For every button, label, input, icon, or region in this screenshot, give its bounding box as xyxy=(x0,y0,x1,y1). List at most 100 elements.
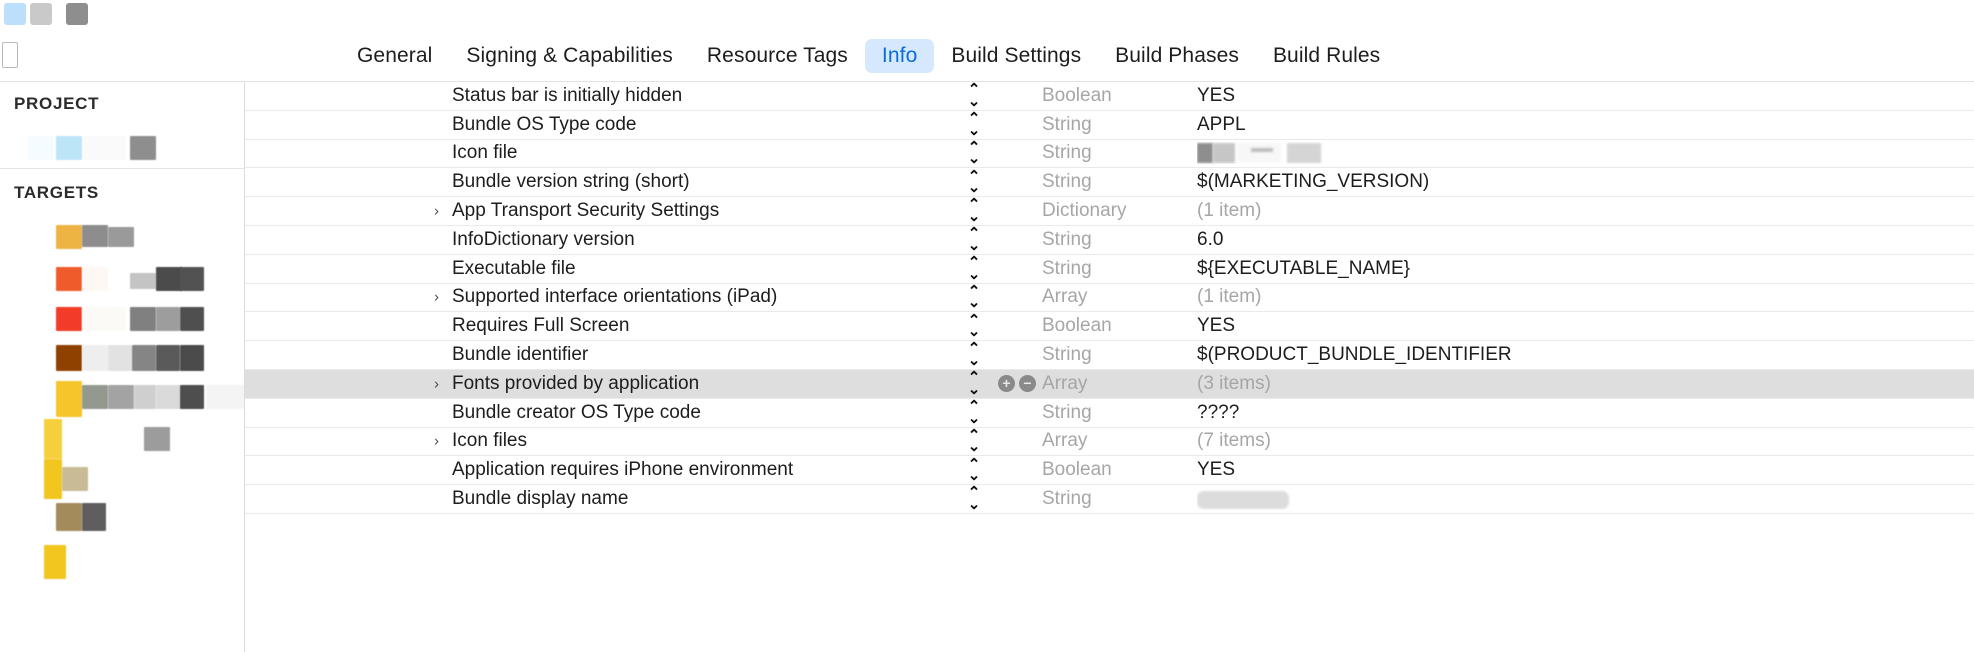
chevron-right-icon[interactable]: › xyxy=(434,434,439,449)
property-type[interactable]: String xyxy=(1042,171,1197,193)
remove-item-button[interactable]: − xyxy=(1019,375,1036,393)
property-type[interactable]: Array xyxy=(1042,286,1197,308)
stepper-down-icon[interactable]: ⌄ xyxy=(968,468,981,483)
key-stepper[interactable]: ⌃ ⌄ xyxy=(950,428,998,455)
table-row[interactable]: Icon file ⌃ ⌄ String xyxy=(245,140,1974,169)
key-stepper[interactable]: ⌃ ⌄ xyxy=(950,140,998,167)
stepper-down-icon[interactable]: ⌄ xyxy=(968,382,981,397)
tab-build-settings[interactable]: Build Settings xyxy=(934,39,1098,73)
property-key[interactable]: Icon file xyxy=(452,142,950,164)
navigator-toggle-icon[interactable] xyxy=(2,42,18,68)
key-stepper[interactable]: ⌃ ⌄ xyxy=(950,255,998,282)
stepper-down-icon[interactable]: ⌄ xyxy=(968,267,981,282)
property-type[interactable]: String xyxy=(1042,488,1197,510)
sidebar-item-target[interactable] xyxy=(0,299,244,339)
key-stepper[interactable]: ⌃ ⌄ xyxy=(950,370,998,397)
sidebar-item-target[interactable] xyxy=(0,539,244,579)
property-type[interactable]: Dictionary xyxy=(1042,200,1197,222)
table-row[interactable]: Bundle OS Type code ⌃ ⌄ String APPL xyxy=(245,111,1974,140)
sidebar-item-target[interactable] xyxy=(0,419,244,459)
table-row[interactable]: Executable file ⌃ ⌄ String ${EXECUTABLE_NAME… xyxy=(245,255,1974,284)
property-key[interactable]: Bundle identifier xyxy=(452,344,950,366)
property-key[interactable]: Application requires iPhone environment xyxy=(452,459,950,481)
table-row[interactable]: › Supported interface orientations (iPad)… xyxy=(245,284,1974,313)
table-row[interactable]: Bundle display name ⌃ ⌄ String xyxy=(245,485,1974,514)
toolbar-swatch-1[interactable] xyxy=(4,3,26,25)
property-key[interactable]: Requires Full Screen xyxy=(452,315,950,337)
tab-info[interactable]: Info xyxy=(864,39,935,73)
property-key[interactable]: Status bar is initially hidden xyxy=(452,85,950,107)
stepper-down-icon[interactable]: ⌄ xyxy=(968,411,981,426)
stepper-down-icon[interactable]: ⌄ xyxy=(968,497,981,512)
table-row[interactable]: Requires Full Screen ⌃ ⌄ Boolean YES xyxy=(245,312,1974,342)
property-value[interactable]: $(PRODUCT_BUNDLE_IDENTIFIER xyxy=(1197,344,1974,366)
property-value[interactable]: (1 item) xyxy=(1197,200,1974,222)
property-type[interactable]: Boolean xyxy=(1042,85,1197,107)
property-value[interactable]: (7 items) xyxy=(1197,430,1974,452)
table-row[interactable]: Bundle version string (short) ⌃ ⌄ String $(M… xyxy=(245,168,1974,198)
property-value[interactable] xyxy=(1197,488,1974,510)
property-type[interactable]: Boolean xyxy=(1042,315,1197,337)
stepper-down-icon[interactable]: ⌄ xyxy=(968,152,981,167)
stepper-down-icon[interactable]: ⌄ xyxy=(968,324,981,339)
property-type[interactable]: String xyxy=(1042,142,1197,164)
property-value[interactable]: APPL xyxy=(1197,114,1974,136)
property-type[interactable]: Array xyxy=(1042,430,1197,452)
sidebar-item-target[interactable] xyxy=(0,259,244,299)
property-key[interactable]: Bundle display name xyxy=(452,488,950,510)
table-row[interactable]: Status bar is initially hidden ⌃ ⌄ Boolean Y… xyxy=(245,82,1974,111)
stepper-down-icon[interactable]: ⌄ xyxy=(968,123,981,138)
key-stepper[interactable]: ⌃ ⌄ xyxy=(950,342,998,368)
table-row[interactable]: › App Transport Security Settings ⌃ ⌄ Dictio… xyxy=(245,197,1974,226)
chevron-right-icon[interactable]: › xyxy=(434,290,439,305)
tab-general[interactable]: General xyxy=(340,39,449,73)
property-type[interactable]: String xyxy=(1042,344,1197,366)
property-key[interactable]: Bundle creator OS Type code xyxy=(452,402,950,424)
sidebar-item-target[interactable] xyxy=(0,499,244,539)
toolbar-swatch-2[interactable] xyxy=(30,3,52,25)
property-value[interactable]: 6.0 xyxy=(1197,229,1974,251)
toolbar-swatch-3[interactable] xyxy=(66,3,88,25)
table-row[interactable]: InfoDictionary version ⌃ ⌄ String 6.0 xyxy=(245,226,1974,255)
property-type[interactable]: Array xyxy=(1042,373,1197,395)
property-type[interactable]: String xyxy=(1042,402,1197,424)
property-type[interactable]: String xyxy=(1042,114,1197,136)
key-stepper[interactable]: ⌃ ⌄ xyxy=(950,457,998,483)
property-type[interactable]: Boolean xyxy=(1042,459,1197,481)
property-key[interactable]: App Transport Security Settings xyxy=(452,200,950,222)
property-key[interactable]: Supported interface orientations (iPad) xyxy=(452,286,950,308)
table-row[interactable]: › Icon files ⌃ ⌄ Array (7 items) xyxy=(245,428,1974,457)
key-stepper[interactable]: ⌃ ⌄ xyxy=(950,111,998,138)
chevron-right-icon[interactable]: › xyxy=(434,204,439,219)
key-stepper[interactable]: ⌃ ⌄ xyxy=(950,198,998,224)
property-value[interactable]: ${EXECUTABLE_NAME} xyxy=(1197,258,1974,280)
property-key[interactable]: Fonts provided by application xyxy=(452,373,950,395)
stepper-down-icon[interactable]: ⌄ xyxy=(968,296,981,311)
property-key[interactable]: Bundle version string (short) xyxy=(452,171,950,193)
table-row[interactable]: Bundle identifier ⌃ ⌄ String $(PRODUCT_BUNDL… xyxy=(245,341,1974,370)
tab-build-phases[interactable]: Build Phases xyxy=(1098,39,1256,73)
key-stepper[interactable]: ⌃ ⌄ xyxy=(950,226,998,252)
tab-build-rules[interactable]: Build Rules xyxy=(1256,39,1397,73)
sidebar-item-project[interactable] xyxy=(0,128,244,168)
tab-signing-capabilities[interactable]: Signing & Capabilities xyxy=(449,39,690,73)
chevron-right-icon[interactable]: › xyxy=(434,376,439,391)
property-value[interactable]: (1 item) xyxy=(1197,286,1974,308)
key-stepper[interactable]: ⌃ ⌄ xyxy=(950,486,998,512)
stepper-down-icon[interactable]: ⌄ xyxy=(968,209,981,224)
property-value[interactable]: YES xyxy=(1197,85,1974,107)
table-row[interactable]: › Fonts provided by application ⌃ ⌄ + − Array(… xyxy=(245,369,1974,399)
key-stepper[interactable]: ⌃ ⌄ xyxy=(950,284,998,311)
sidebar-item-target[interactable] xyxy=(0,459,244,499)
property-key[interactable]: Bundle OS Type code xyxy=(452,114,950,136)
property-type[interactable]: String xyxy=(1042,258,1197,280)
key-stepper[interactable]: ⌃ ⌄ xyxy=(950,313,998,339)
sidebar-item-target[interactable] xyxy=(0,339,244,379)
table-row[interactable]: Bundle creator OS Type code ⌃ ⌄ String???? xyxy=(245,399,1974,428)
key-stepper[interactable]: ⌃ ⌄ xyxy=(950,169,998,195)
property-key[interactable]: Icon files xyxy=(452,430,950,452)
sidebar-item-target[interactable] xyxy=(0,219,244,259)
stepper-down-icon[interactable]: ⌄ xyxy=(968,440,981,455)
tab-resource-tags[interactable]: Resource Tags xyxy=(690,39,865,73)
stepper-down-icon[interactable]: ⌄ xyxy=(968,180,981,195)
